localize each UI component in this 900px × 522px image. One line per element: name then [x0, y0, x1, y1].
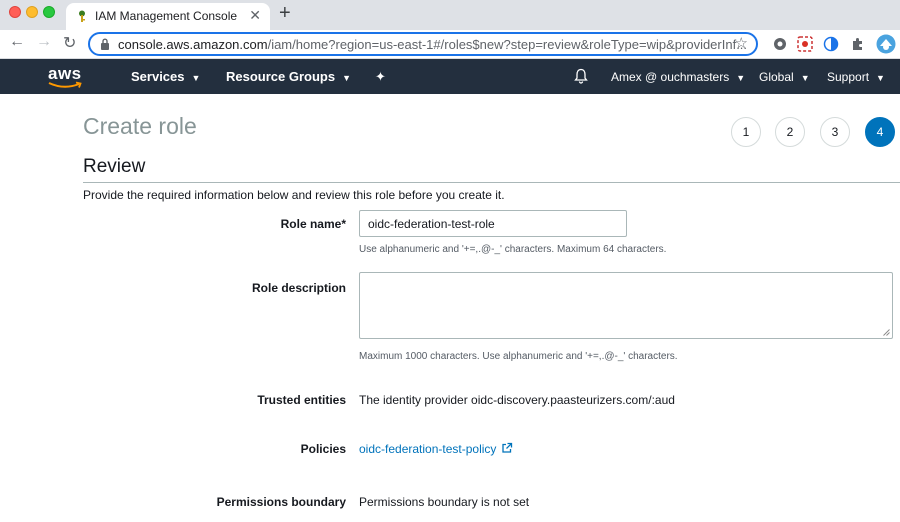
permissions-boundary-label: Permissions boundary	[216, 495, 346, 509]
profile-avatar-icon[interactable]	[876, 34, 896, 54]
trusted-entities-label: Trusted entities	[257, 393, 346, 407]
back-arrow-icon[interactable]: ←	[9, 33, 25, 51]
resource-groups-label: Resource Groups	[226, 69, 336, 84]
resize-handle-icon[interactable]	[883, 329, 890, 336]
page-title: Create role	[83, 113, 197, 139]
region-menu[interactable]: Global ▼	[759, 70, 810, 84]
lock-icon	[101, 38, 109, 50]
aws-logo[interactable]: aws	[48, 64, 84, 90]
step-3[interactable]: 3	[820, 117, 850, 147]
chevron-down-icon: ▼	[342, 73, 352, 83]
trusted-entities-value: The identity provider oidc-discovery.paa…	[359, 393, 675, 407]
step-2[interactable]: 2	[775, 117, 805, 147]
tab-close-icon[interactable]: ✕	[249, 7, 261, 24]
role-description-label: Role description	[251, 281, 346, 295]
step-1[interactable]: 1	[731, 117, 761, 147]
tab-title: IAM Management Console	[95, 9, 238, 23]
maximize-window-button[interactable]	[43, 6, 55, 18]
region-label: Global	[759, 70, 794, 84]
browser-tab-strip: IAM Management Console ✕ +	[0, 0, 900, 30]
support-label: Support	[827, 70, 870, 84]
aws-smile-icon	[48, 81, 82, 88]
role-name-label: Role name*	[280, 217, 346, 231]
intro-text: Provide the required information below a…	[83, 188, 505, 202]
minimize-window-button[interactable]	[26, 6, 38, 18]
browser-toolbar: ← → ↻ console.aws.amazon.com/iam/home?re…	[0, 30, 900, 59]
address-bar[interactable]: console.aws.amazon.com/iam/home?region=u…	[88, 32, 758, 56]
url-path: /iam/home?region=us-east-1#/roles$new?st…	[267, 37, 748, 52]
resource-groups-menu[interactable]: Resource Groups ▼	[226, 69, 351, 84]
bell-icon[interactable]	[573, 68, 589, 84]
policy-link[interactable]: oidc-federation-test-policy	[359, 442, 496, 456]
support-menu[interactable]: Support ▼	[827, 70, 885, 84]
step-4-current: 4	[865, 117, 895, 147]
services-menu[interactable]: Services ▼	[131, 69, 200, 84]
external-link-icon[interactable]	[501, 442, 513, 454]
extension-circle-icon[interactable]	[772, 36, 788, 52]
chevron-down-icon: ▼	[800, 73, 810, 83]
account-menu[interactable]: Amex @ ouchmasters ▼	[611, 70, 745, 84]
chevron-down-icon: ▼	[191, 73, 201, 83]
close-window-button[interactable]	[9, 6, 21, 18]
chevron-down-icon: ▼	[876, 73, 885, 83]
policies-label: Policies	[300, 442, 346, 456]
role-description-hint: Maximum 1000 characters. Use alphanumeri…	[359, 351, 678, 362]
extensions-puzzle-icon[interactable]	[850, 36, 866, 52]
url-text: console.aws.amazon.com/iam/home?region=u…	[118, 37, 747, 52]
services-label: Services	[131, 69, 185, 84]
aws-top-nav: aws Services ▼ Resource Groups ▼ ✦ Amex @ …	[0, 59, 900, 94]
key-icon	[79, 10, 85, 22]
extension-globe-icon[interactable]	[823, 36, 839, 52]
new-tab-icon[interactable]: +	[279, 2, 291, 25]
bookmark-star-icon[interactable]: ☆	[735, 34, 748, 52]
browser-tab[interactable]: IAM Management Console ✕	[66, 3, 270, 30]
section-divider	[83, 182, 900, 183]
pin-icon[interactable]: ✦	[375, 69, 386, 85]
permissions-boundary-value: Permissions boundary is not set	[359, 495, 530, 509]
policy-link-wrapper: oidc-federation-test-policy	[359, 442, 513, 456]
reload-icon[interactable]: ↻	[63, 33, 76, 53]
url-host: console.aws.amazon.com	[118, 37, 268, 52]
role-description-textarea[interactable]	[359, 272, 893, 339]
role-name-hint: Use alphanumeric and '+=,.@-_' character…	[359, 244, 667, 255]
account-label: Amex @ ouchmasters	[611, 70, 730, 84]
forward-arrow-icon[interactable]: →	[36, 33, 52, 51]
chevron-down-icon: ▼	[736, 73, 746, 83]
extension-record-icon[interactable]	[797, 36, 813, 52]
role-name-input[interactable]	[359, 210, 627, 237]
section-title: Review	[83, 156, 146, 177]
